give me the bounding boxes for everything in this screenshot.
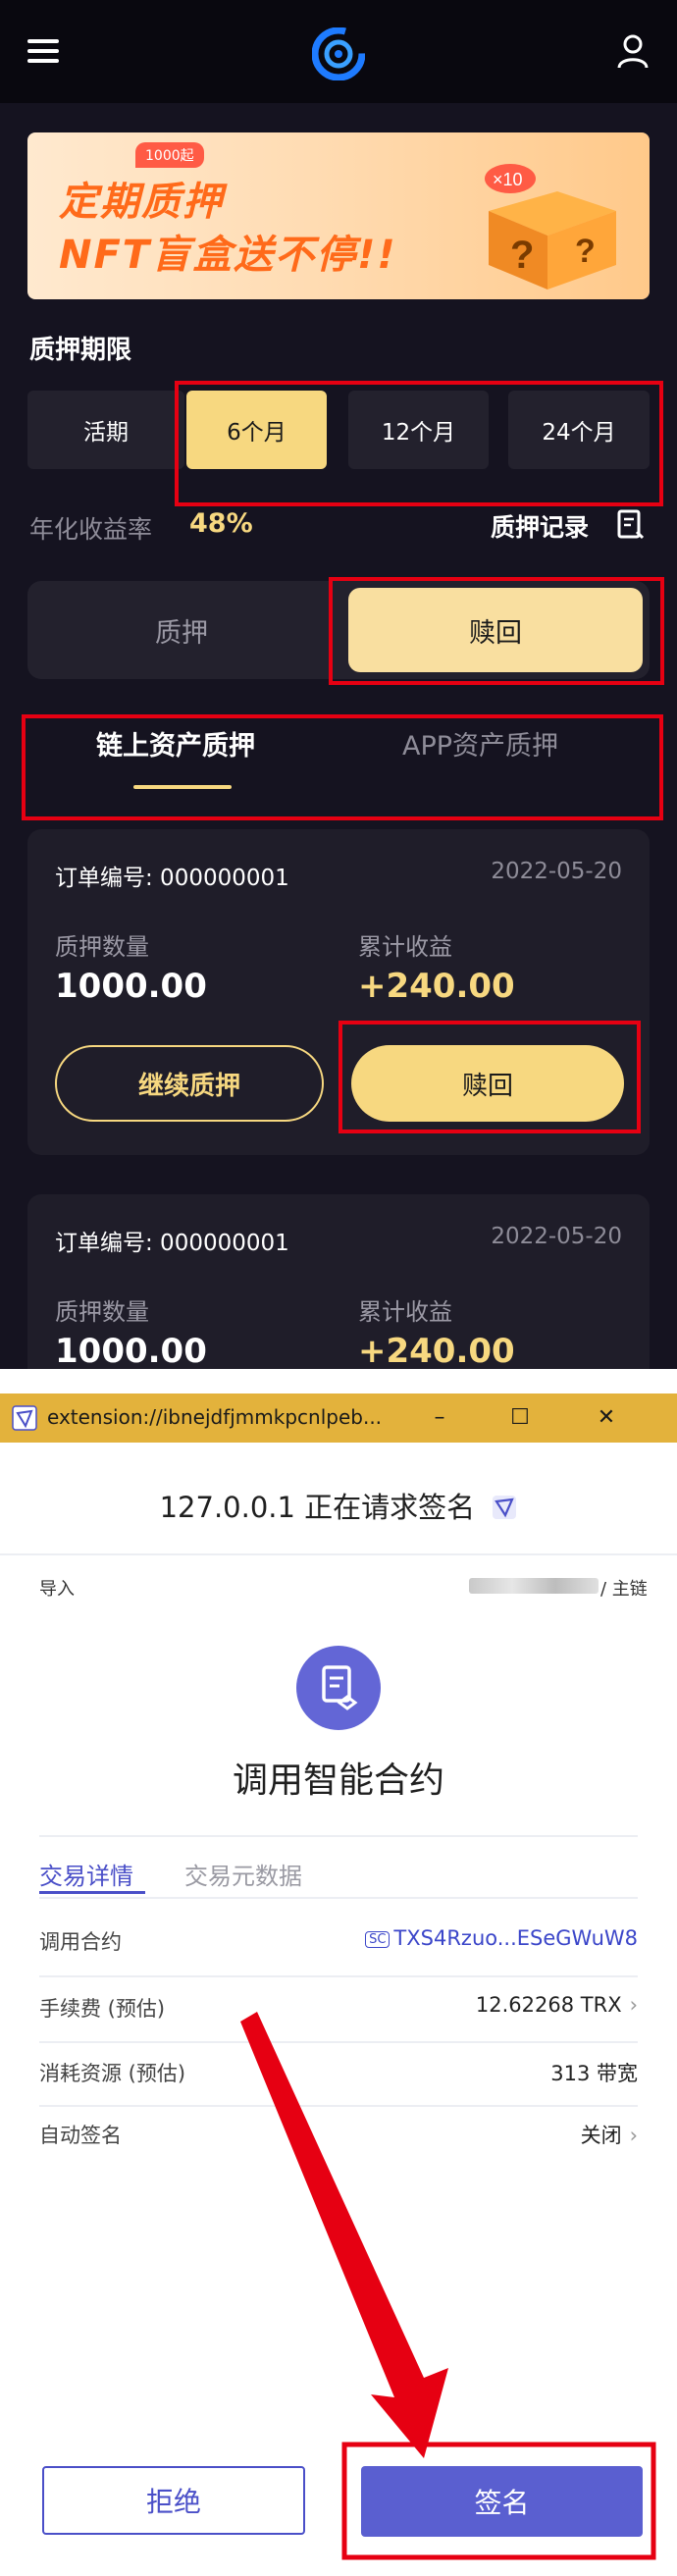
divider xyxy=(39,2041,638,2043)
auto-sign-row[interactable]: 关闭 › xyxy=(581,2120,638,2149)
document-icon[interactable] xyxy=(616,508,644,540)
period-option-24m[interactable]: 24个月 xyxy=(508,391,650,469)
request-title-text: 127.0.0.1 正在请求签名 xyxy=(159,1491,476,1524)
period-section-title: 质押期限 xyxy=(29,336,132,365)
smart-contract-badge: SC xyxy=(365,1931,391,1948)
order-card: 订单编号: 000000001 2022-05-20 质押数量 累计收益 100… xyxy=(27,829,650,1155)
period-option-flexible[interactable]: 活期 xyxy=(27,391,184,469)
apr-value: 48% xyxy=(189,508,253,539)
banner-tag: 1000起 xyxy=(135,142,204,168)
contract-icon xyxy=(296,1646,381,1730)
tab-onchain-assets[interactable]: 链上资产质押 xyxy=(96,724,255,762)
order-date: 2022-05-20 xyxy=(491,1224,622,1249)
sign-request-popup: extension://ibnejdfjmmkpcnlpeb... – ☐ ✕ … xyxy=(0,1369,677,2576)
resource-row-label: 消耗资源 (预估) xyxy=(39,2062,186,2085)
extension-icon xyxy=(12,1405,37,1431)
tab-underline xyxy=(133,785,232,789)
tronlink-icon xyxy=(493,1496,517,1519)
tab-transaction-details[interactable]: 交易详情 xyxy=(39,1857,133,1891)
request-title: 127.0.0.1 正在请求签名 xyxy=(0,1485,677,1526)
tab-transaction-metadata[interactable]: 交易元数据 xyxy=(184,1857,302,1891)
period-option-12m[interactable]: 12个月 xyxy=(348,391,489,469)
svg-text:?: ? xyxy=(510,234,534,277)
order-number: 订单编号: 000000001 xyxy=(55,1231,289,1256)
divider xyxy=(39,1975,638,1977)
menu-icon[interactable] xyxy=(27,39,59,63)
contract-address: TXS4Rzuo...ESeGWuW8 xyxy=(393,1926,638,1950)
chevron-right-icon: › xyxy=(629,1993,638,2017)
continue-stake-button[interactable]: 继续质押 xyxy=(55,1045,324,1122)
network-label: / 主链 xyxy=(600,1579,648,1600)
top-bar xyxy=(0,0,677,103)
order-date: 2022-05-20 xyxy=(491,859,622,884)
divider xyxy=(39,1835,638,1837)
chevron-right-icon: › xyxy=(629,2124,638,2147)
segment-redeem[interactable]: 赎回 xyxy=(348,588,643,672)
staking-app-screen: 1000起 定期质押 NFT盲盒送不停!! ? ? ×10 质押期限 活期 6个… xyxy=(0,0,677,1369)
contract-row-label: 调用合约 xyxy=(39,1930,122,1954)
divider xyxy=(39,2105,638,2107)
stake-qty-value: 1000.00 xyxy=(55,1332,207,1369)
apr-label: 年化收益率 xyxy=(29,515,153,544)
earnings-label: 累计收益 xyxy=(358,933,452,961)
auto-sign-value: 关闭 xyxy=(580,2124,622,2147)
earnings-label: 累计收益 xyxy=(358,1298,452,1326)
promo-banner[interactable]: 1000起 定期质押 NFT盲盒送不停!! ? ? ×10 xyxy=(27,132,650,299)
close-button[interactable]: ✕ xyxy=(587,1399,626,1435)
app-logo-icon xyxy=(312,27,365,80)
stake-qty-value: 1000.00 xyxy=(55,967,207,1006)
minimize-button[interactable]: – xyxy=(420,1399,459,1435)
order-number: 订单编号: 000000001 xyxy=(55,866,289,891)
stake-redeem-switch: 质押 赎回 xyxy=(27,581,650,679)
earnings-value: +240.00 xyxy=(358,967,515,1006)
svg-text:?: ? xyxy=(575,233,596,270)
tab-underline xyxy=(39,1891,145,1894)
account-name-redacted xyxy=(469,1578,599,1594)
segment-stake[interactable]: 质押 xyxy=(34,588,329,672)
sign-button[interactable]: 签名 xyxy=(361,2466,643,2537)
reject-button[interactable]: 拒绝 xyxy=(42,2466,305,2535)
mystery-box-icon: ? ? ×10 xyxy=(485,164,616,289)
period-option-6m[interactable]: 6个月 xyxy=(186,391,327,469)
account-type-label: 导入 xyxy=(39,1579,75,1600)
window-titlebar: extension://ibnejdfjmmkpcnlpeb... – ☐ ✕ xyxy=(0,1393,677,1443)
annotation-arrow xyxy=(240,2012,656,2560)
redeem-button[interactable]: 赎回 xyxy=(351,1045,624,1122)
stake-qty-label: 质押数量 xyxy=(55,1298,149,1326)
earnings-value: +240.00 xyxy=(358,1332,515,1369)
banner-headline: 定期质押 xyxy=(59,180,224,225)
fee-row-label: 手续费 (预估) xyxy=(39,1997,166,2021)
stake-records-link[interactable]: 质押记录 xyxy=(491,508,589,544)
resource-value: 313 带宽 xyxy=(550,2062,638,2085)
order-card: 订单编号: 000000001 2022-05-20 质押数量 累计收益 100… xyxy=(27,1194,650,1369)
window-title: extension://ibnejdfjmmkpcnlpeb... xyxy=(47,1405,383,1429)
action-title: 调用智能合约 xyxy=(232,1761,444,1801)
tab-app-assets[interactable]: APP资产质押 xyxy=(402,724,558,762)
user-icon[interactable] xyxy=(616,33,650,69)
contract-address-link[interactable]: SC TXS4Rzuo...ESeGWuW8 xyxy=(365,1926,638,1950)
banner-subheadline: NFT盲盒送不停!! xyxy=(59,233,397,278)
auto-sign-row-label: 自动签名 xyxy=(39,2124,122,2147)
maximize-button[interactable]: ☐ xyxy=(500,1399,540,1435)
divider xyxy=(0,1553,677,1555)
stake-qty-label: 质押数量 xyxy=(55,933,149,961)
divider xyxy=(39,1897,638,1899)
banner-multiplier: ×10 xyxy=(493,170,523,189)
fee-value: 12.62268 TRX xyxy=(475,1993,622,2017)
fee-row[interactable]: 12.62268 TRX › xyxy=(476,1993,638,2017)
